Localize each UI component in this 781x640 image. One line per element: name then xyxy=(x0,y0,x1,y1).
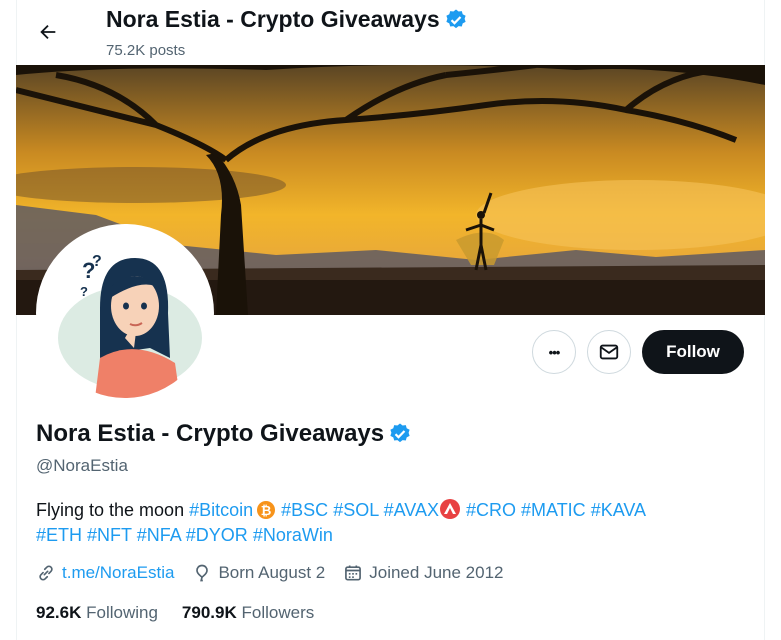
more-icon: ••• xyxy=(548,344,561,360)
website-link[interactable]: t.me/NoraEstia xyxy=(62,563,174,583)
website-item: t.me/NoraEstia xyxy=(36,563,174,583)
top-bar: Nora Estia - Crypto Giveaways 75.2K post… xyxy=(16,0,765,64)
hashtag-bsc[interactable]: #BSC xyxy=(281,500,328,520)
more-button[interactable]: ••• xyxy=(532,330,576,374)
birthday-icon xyxy=(196,564,209,582)
joined-item: Joined June 2012 xyxy=(343,563,503,583)
birthday-item: Born August 2 xyxy=(192,563,325,583)
hashtag-norawin[interactable]: #NoraWin xyxy=(253,525,333,545)
link-icon xyxy=(39,565,53,581)
joined-text: Joined June 2012 xyxy=(369,563,504,582)
avax-emoji-icon xyxy=(439,499,460,519)
hashtag-avax[interactable]: #AVAX xyxy=(384,500,439,520)
back-arrow-icon xyxy=(40,24,56,40)
follow-button[interactable]: Follow xyxy=(642,330,744,374)
hashtag-nft[interactable]: #NFT xyxy=(87,525,132,545)
hashtag-cro[interactable]: #CRO xyxy=(466,500,516,520)
hashtag-eth[interactable]: #ETH xyxy=(36,525,82,545)
hashtag-bitcoin[interactable]: #Bitcoin xyxy=(189,500,253,520)
followers-count: 790.9K xyxy=(181,603,237,622)
profile-meta: t.me/NoraEstia Born August 2 Joined June… xyxy=(36,563,521,583)
verified-badge-icon[interactable] xyxy=(388,422,412,446)
bitcoin-emoji-icon: ₿ xyxy=(257,501,276,519)
svg-text:₿: ₿ xyxy=(261,503,272,518)
profile-name: Nora Estia - Crypto Giveaways xyxy=(36,420,412,448)
birthday-text: Born August 2 xyxy=(218,563,326,582)
follow-stats: 92.6K Following 790.9K Followers xyxy=(36,603,338,623)
message-button[interactable] xyxy=(587,330,631,374)
hashtag-dyor[interactable]: #DYOR xyxy=(186,525,248,545)
hashtag-kava[interactable]: #KAVA xyxy=(591,500,646,520)
calendar-icon xyxy=(345,565,362,581)
following-link[interactable]: 92.6K Following xyxy=(36,603,158,623)
followers-label: Followers xyxy=(241,603,315,622)
post-count: 75.2K posts xyxy=(106,42,186,59)
bio-text: Flying to the moon xyxy=(36,500,185,520)
header-title: Nora Estia - Crypto Giveaways xyxy=(106,6,468,33)
following-label: Following xyxy=(86,603,158,622)
hashtag-sol[interactable]: #SOL xyxy=(333,500,378,520)
back-button[interactable] xyxy=(34,18,62,46)
hashtag-nfa[interactable]: #NFA xyxy=(137,525,181,545)
svg-text:?: ? xyxy=(92,253,102,270)
svg-text:?: ? xyxy=(80,284,88,299)
followers-link[interactable]: 790.9K Followers xyxy=(182,603,314,623)
hashtag-matic[interactable]: #MATIC xyxy=(521,500,586,520)
verified-badge-icon xyxy=(446,9,466,28)
mail-icon xyxy=(599,344,619,360)
profile-bio: Flying to the moon #Bitcoin ₿ #BSC #SOL #… xyxy=(36,498,736,548)
following-count: 92.6K xyxy=(36,603,82,622)
avatar[interactable]: ? ? ? xyxy=(36,224,214,402)
profile-handle: @NoraEstia xyxy=(36,456,128,475)
